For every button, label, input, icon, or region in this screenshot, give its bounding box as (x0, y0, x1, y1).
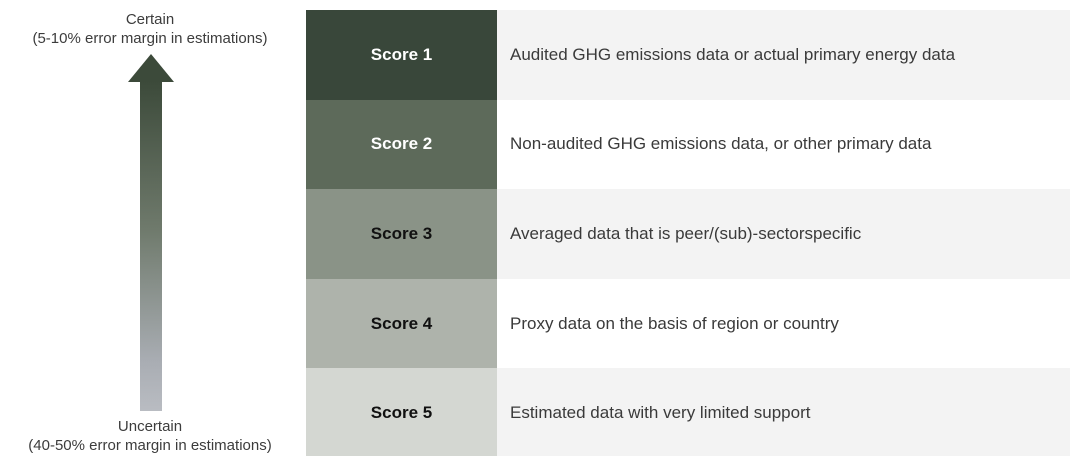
certain-label: Certain (5-10% error margin in estimatio… (0, 10, 300, 48)
arrow-shaft (140, 81, 162, 411)
score-row-3: Score 3 Averaged data that is peer/(sub)… (306, 189, 1070, 279)
uncertain-subtitle: (40-50% error margin in estimations) (28, 437, 272, 454)
score-description: Non-audited GHG emissions data, or other… (497, 99, 1070, 190)
score-row-4: Score 4 Proxy data on the basis of regio… (306, 278, 1070, 369)
data-quality-diagram: Certain (5-10% error margin in estimatio… (0, 0, 1082, 456)
score-label: Score 5 (306, 368, 497, 456)
certain-subtitle: (5-10% error margin in estimations) (32, 30, 268, 47)
uncertain-title: Uncertain (117, 418, 183, 435)
arrow-head (128, 54, 174, 82)
score-label: Score 4 (306, 278, 497, 369)
certain-title: Certain (125, 11, 175, 28)
score-description: Estimated data with very limited support (497, 368, 1070, 456)
score-description: Audited GHG emissions data or actual pri… (497, 10, 1070, 100)
score-table: Score 1 Audited GHG emissions data or ac… (306, 10, 1070, 456)
score-description: Proxy data on the basis of region or cou… (497, 278, 1070, 369)
score-label: Score 2 (306, 99, 497, 190)
score-label: Score 3 (306, 189, 497, 279)
score-row-5: Score 5 Estimated data with very limited… (306, 368, 1070, 456)
uncertain-label: Uncertain (40-50% error margin in estima… (0, 417, 300, 455)
certainty-arrow-icon (128, 54, 174, 411)
score-row-2: Score 2 Non-audited GHG emissions data, … (306, 99, 1070, 190)
score-row-1: Score 1 Audited GHG emissions data or ac… (306, 10, 1070, 100)
score-description: Averaged data that is peer/(sub)-sectors… (497, 189, 1070, 279)
score-label: Score 1 (306, 10, 497, 100)
